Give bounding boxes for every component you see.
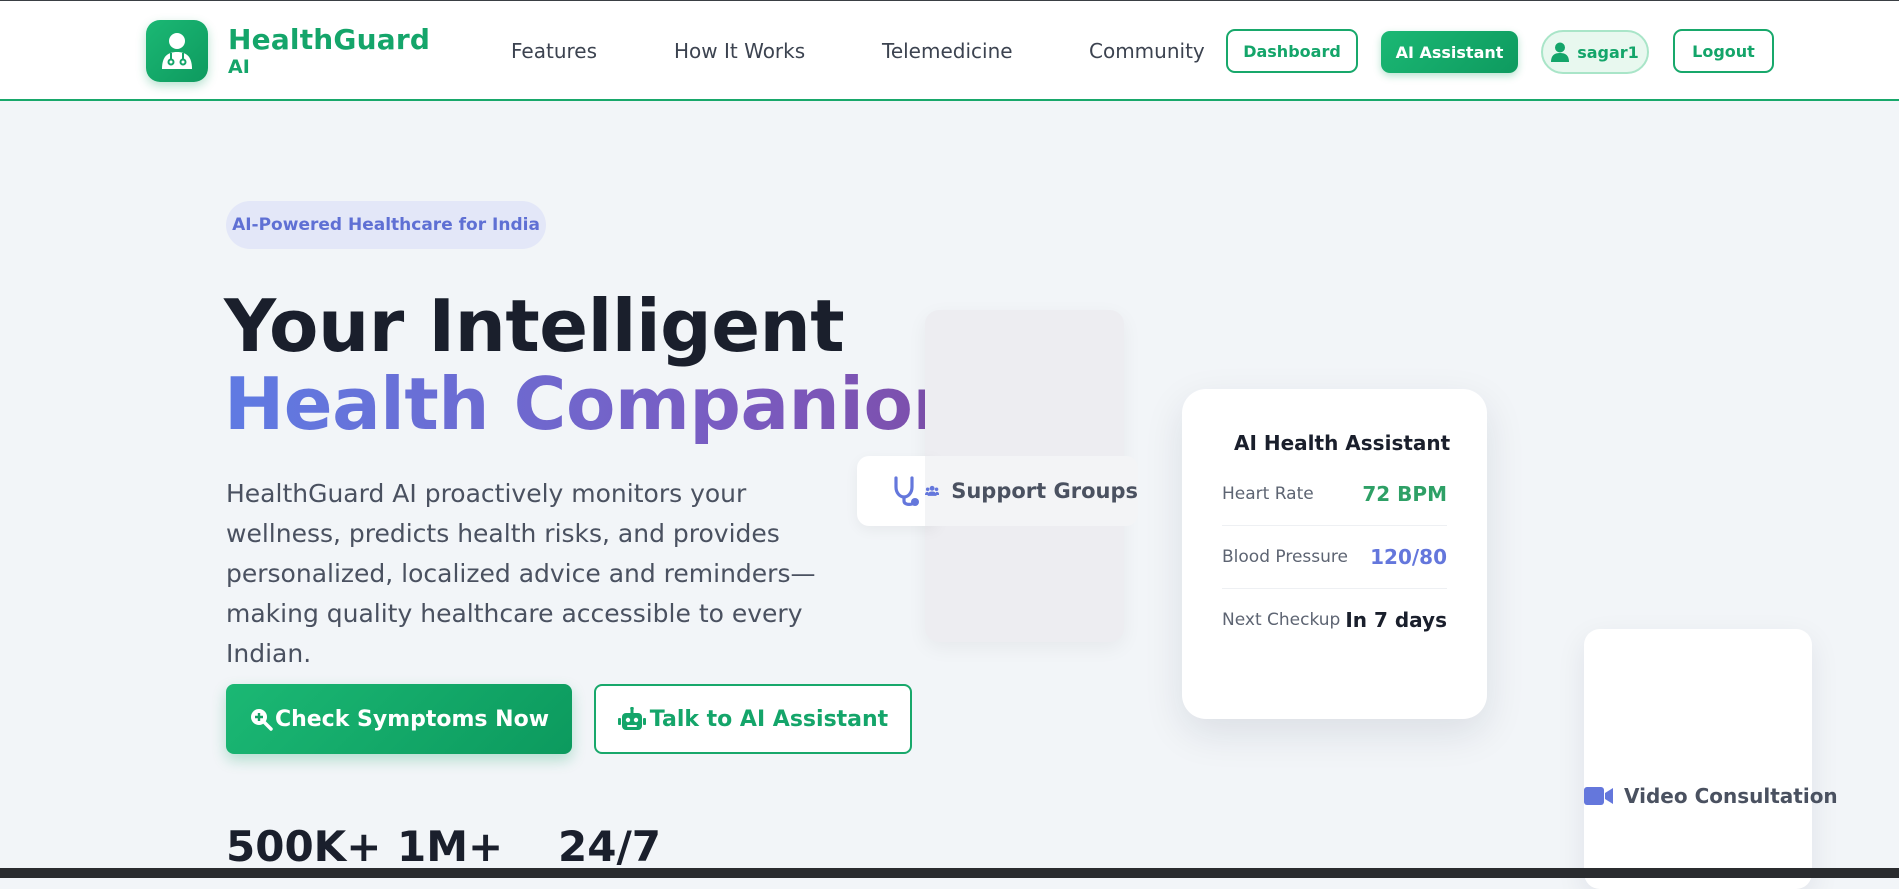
doctor-icon: [162, 33, 192, 69]
support-groups-card: Support Groups: [925, 456, 1138, 526]
user-icon: [1551, 42, 1570, 62]
brand-suffix[interactable]: AI: [228, 56, 250, 78]
metric-next-checkup: Next Checkup In 7 days: [1222, 589, 1447, 651]
nav-how-it-works[interactable]: How It Works: [674, 39, 805, 63]
metric-value: In 7 days: [1345, 608, 1447, 632]
stat-users: 500K+: [226, 822, 382, 871]
brand-name[interactable]: HealthGuard: [228, 23, 430, 56]
metric-heart-rate: Heart Rate 72 BPM: [1222, 463, 1447, 526]
logout-button[interactable]: Logout: [1673, 29, 1774, 73]
check-symptoms-label: Check Symptoms Now: [274, 706, 550, 732]
ai-health-assistant-card: AI Health Assistant Heart Rate 72 BPM Bl…: [1182, 389, 1487, 719]
hero-title-line1: Your Intelligent: [224, 284, 845, 368]
talk-to-ai-label: Talk to AI Assistant: [649, 706, 889, 732]
nav-telemedicine[interactable]: Telemedicine: [882, 39, 1013, 63]
check-symptoms-button[interactable]: Check Symptoms Now: [226, 684, 572, 754]
stethoscope-icon: [894, 476, 919, 506]
nav-community[interactable]: Community: [1089, 39, 1205, 63]
nav-features[interactable]: Features: [511, 39, 597, 63]
logo[interactable]: [146, 20, 208, 82]
support-groups-label: Support Groups: [951, 479, 1138, 503]
search-plus-icon: [250, 709, 273, 731]
video-consultation-card: Video Consultation: [1584, 629, 1838, 889]
stat-availability: 24/7: [558, 822, 662, 871]
taskbar-edge: [0, 868, 1899, 878]
hero-badge: AI-Powered Healthcare for India: [226, 201, 546, 249]
hero-title-line2: Health Companion: [224, 362, 964, 446]
hero-description: HealthGuard AI proactively monitors your…: [226, 479, 816, 668]
metric-blood-pressure: Blood Pressure 120/80: [1222, 526, 1447, 589]
metric-value: 72 BPM: [1362, 482, 1447, 506]
user-menu[interactable]: sagar1: [1541, 30, 1649, 74]
metric-value: 120/80: [1370, 545, 1447, 569]
user-name: sagar1: [1577, 42, 1639, 62]
video-consultation-label: Video Consultation: [1624, 784, 1838, 808]
dashboard-button[interactable]: Dashboard: [1226, 29, 1358, 73]
top-navbar: HealthGuard AI Features How It Works Tel…: [0, 1, 1899, 101]
talk-to-ai-button[interactable]: Talk to AI Assistant: [594, 684, 912, 754]
stat-predictions: 1M+: [397, 822, 504, 871]
robot-icon: [617, 707, 646, 730]
metric-label: Heart Rate: [1222, 484, 1314, 504]
users-icon: [925, 485, 940, 496]
assistant-card-title: AI Health Assistant: [1234, 431, 1451, 455]
video-camera-icon: [1584, 787, 1613, 805]
metric-label: Next Checkup: [1222, 610, 1341, 630]
metric-label: Blood Pressure: [1222, 547, 1348, 567]
ai-assistant-button[interactable]: AI Assistant: [1381, 31, 1518, 73]
